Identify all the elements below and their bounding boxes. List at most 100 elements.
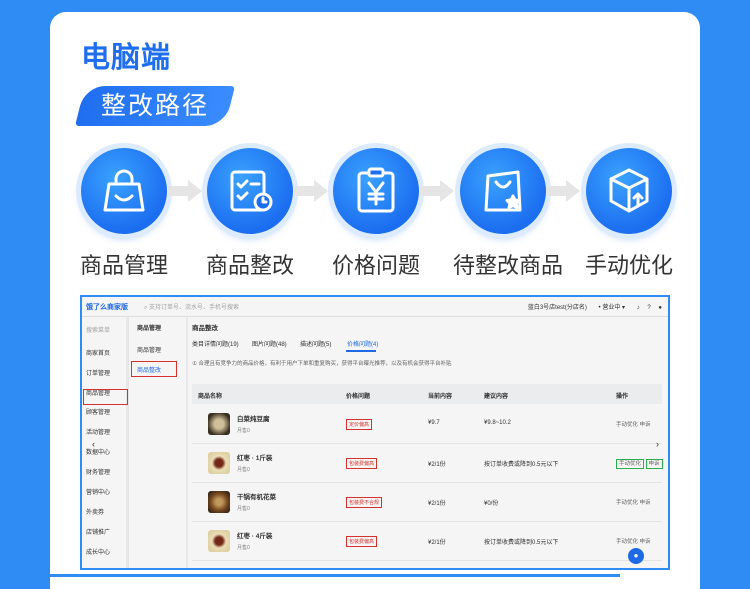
col-header: 操作 bbox=[616, 394, 629, 400]
step-flow: 商品管理 商品整改 价格问题 待整改商品 手动优化 bbox=[74, 148, 684, 278]
tab-price[interactable]: 价格问题(4) bbox=[347, 339, 378, 348]
product-image bbox=[208, 452, 230, 474]
current-value: ¥9.7 bbox=[428, 420, 440, 426]
nav-item[interactable]: 营销中心 bbox=[86, 487, 110, 496]
step-label: 待整改商品 bbox=[453, 253, 564, 278]
status-indicator[interactable]: • 营业中 ▾ bbox=[599, 305, 625, 311]
row-actions: 手动优化 申诉 bbox=[616, 459, 663, 469]
table-header: 商品名称 价格问题 当前内容 建议内容 操作 bbox=[192, 384, 662, 404]
nav-item[interactable]: 订单管理 bbox=[86, 368, 110, 377]
nav-item[interactable]: 商家首页 bbox=[86, 348, 110, 357]
row-actions: 手动优化 申诉 bbox=[616, 420, 651, 428]
help-icon[interactable]: ? bbox=[647, 305, 650, 311]
section-tag-label: 整改路径 bbox=[100, 92, 209, 120]
main-panel: 商品整改 类目详情问题(19) 图片问题(48) 描述问题(5) 价格问题(4)… bbox=[188, 317, 668, 568]
nav-item[interactable]: 店铺推广 bbox=[86, 527, 110, 536]
notice-text: ① 合理且有竞争力的商品价格，有利于用户下单和重复购买，获得平台曝光推荐，以及有… bbox=[192, 361, 452, 367]
suggested-value: ¥0/份 bbox=[484, 501, 499, 507]
col-header: 建议内容 bbox=[484, 394, 509, 400]
step-label: 商品管理 bbox=[79, 253, 168, 278]
sub-nav-highlight-box bbox=[131, 361, 177, 377]
step-label: 价格问题 bbox=[331, 253, 420, 278]
nav-highlight-box bbox=[83, 389, 128, 405]
product-name: 红枣 · 1斤装 bbox=[237, 455, 273, 462]
box-upload-icon bbox=[586, 148, 672, 234]
col-header: 当前内容 bbox=[428, 394, 453, 400]
nav-item[interactable]: 数据中心 bbox=[86, 447, 110, 456]
sub-nav-item[interactable]: 商品管理 bbox=[137, 345, 161, 354]
product-image bbox=[208, 491, 230, 513]
col-header: 价格问题 bbox=[346, 394, 371, 400]
chevron-right-icon[interactable]: › bbox=[656, 439, 659, 449]
current-value: ¥2/1份 bbox=[428, 462, 446, 468]
step-label: 商品整改 bbox=[205, 253, 294, 278]
product-name: 白菜炖豆腐 bbox=[237, 416, 270, 423]
tab-description[interactable]: 描述问题(5) bbox=[300, 339, 331, 348]
col-header: 商品名称 bbox=[198, 394, 223, 400]
suggested-value: 按订单收费或降到0.5元以下 bbox=[484, 540, 559, 546]
step-3: 价格问题 bbox=[326, 148, 426, 280]
table-row: 红枣 · 4斤装 月售0 包装费偏高 ¥2/1份 按订单收费或降到0.5元以下 … bbox=[192, 522, 662, 561]
nav-item[interactable]: 财务管理 bbox=[86, 467, 110, 476]
checklist-clock-icon bbox=[207, 148, 293, 234]
chevron-left-icon[interactable]: ‹ bbox=[92, 439, 95, 449]
manual-optimize-button[interactable]: 手动优化 bbox=[616, 539, 638, 545]
search-input[interactable]: ⌕ 支持订单号、流水号、手机号搜索 bbox=[144, 302, 239, 312]
arrow-right-icon bbox=[546, 180, 580, 202]
breadcrumb: 商品整改 bbox=[192, 325, 218, 332]
shopping-bag-icon bbox=[81, 148, 167, 234]
product-name: 红枣 · 4斤装 bbox=[237, 533, 273, 540]
bell-icon[interactable]: ♪ bbox=[637, 305, 640, 311]
suggested-value: 按订单收费或降到0.5元以下 bbox=[484, 462, 559, 468]
manual-optimize-button[interactable]: 手动优化 bbox=[616, 422, 638, 428]
section-tag: 整改路径 bbox=[75, 86, 235, 126]
tab-underline bbox=[346, 350, 376, 352]
row-actions: 手动优化 申诉 bbox=[616, 498, 651, 506]
tab-image[interactable]: 图片问题(48) bbox=[252, 339, 287, 348]
nav-item[interactable]: 外卖券 bbox=[86, 507, 104, 516]
star-bag-icon bbox=[460, 148, 546, 234]
row-actions: 手动优化 申诉 bbox=[616, 537, 651, 545]
user-icon[interactable]: ● bbox=[658, 305, 662, 311]
yen-clipboard-icon bbox=[333, 148, 419, 234]
product-name: 干锅有机花菜 bbox=[237, 494, 276, 501]
nav-item[interactable]: 成长中心 bbox=[86, 547, 110, 556]
step-1: 商品管理 bbox=[74, 148, 174, 280]
table-row: 白菜炖豆腐 月售0 定价偏高 ¥9.7 ¥9.8~10.2 手动优化 申诉 bbox=[192, 405, 662, 444]
arrow-right-icon bbox=[168, 180, 202, 202]
arrow-right-icon bbox=[294, 180, 328, 202]
manual-optimize-button[interactable]: 手动优化 bbox=[616, 459, 645, 469]
issue-badge: 包装费偏高 bbox=[346, 458, 378, 469]
step-5: 手动优化 bbox=[579, 148, 679, 280]
store-name[interactable]: 蓝白3号店test(分店名) bbox=[528, 305, 587, 311]
appeal-button[interactable]: 申诉 bbox=[640, 422, 651, 428]
appeal-button[interactable]: 申诉 bbox=[640, 539, 651, 545]
arrow-right-icon bbox=[420, 180, 454, 202]
step-4: 待整改商品 bbox=[453, 148, 564, 280]
product-image bbox=[208, 530, 230, 552]
product-sales: 月售0 bbox=[237, 467, 250, 473]
product-image bbox=[208, 413, 230, 435]
appeal-button[interactable]: 申诉 bbox=[645, 459, 663, 469]
nav-search[interactable]: 搜索菜单 bbox=[86, 325, 110, 334]
merchant-screenshot: 饿了么商家版 ⌕ 支持订单号、流水号、手机号搜索 蓝白3号店test(分店名) … bbox=[80, 295, 670, 570]
current-value: ¥2/1份 bbox=[428, 540, 446, 546]
appeal-button[interactable]: 申诉 bbox=[640, 500, 651, 506]
suggested-value: ¥9.8~10.2 bbox=[484, 420, 511, 426]
nav-item[interactable]: 活动管理 bbox=[86, 427, 110, 436]
tab-category[interactable]: 类目详情问题(19) bbox=[192, 339, 239, 348]
topbar-right: 蓝白3号店test(分店名) • 营业中 ▾ ♪ ? ● bbox=[528, 302, 662, 311]
sub-nav: 商品管理 商品管理 商品整改 bbox=[128, 317, 186, 568]
issue-badge: 定价偏高 bbox=[346, 419, 373, 430]
divider bbox=[30, 574, 620, 577]
app-logo: 饿了么商家版 bbox=[86, 304, 128, 311]
nav-item[interactable]: 顾客管理 bbox=[86, 407, 110, 416]
issue-badge: 包装费偏高 bbox=[346, 536, 378, 547]
table-row: 干锅有机花菜 月售0 包装费不合规 ¥2/1份 ¥0/份 手动优化 申诉 bbox=[192, 483, 662, 522]
status-label: 营业中 bbox=[602, 305, 621, 311]
page-title: 电脑端 bbox=[81, 42, 172, 74]
manual-optimize-button[interactable]: 手动优化 bbox=[616, 500, 638, 506]
step-label: 手动优化 bbox=[584, 253, 673, 278]
issue-badge: 包装费不合规 bbox=[346, 497, 383, 508]
chat-icon[interactable]: ● bbox=[628, 548, 644, 564]
